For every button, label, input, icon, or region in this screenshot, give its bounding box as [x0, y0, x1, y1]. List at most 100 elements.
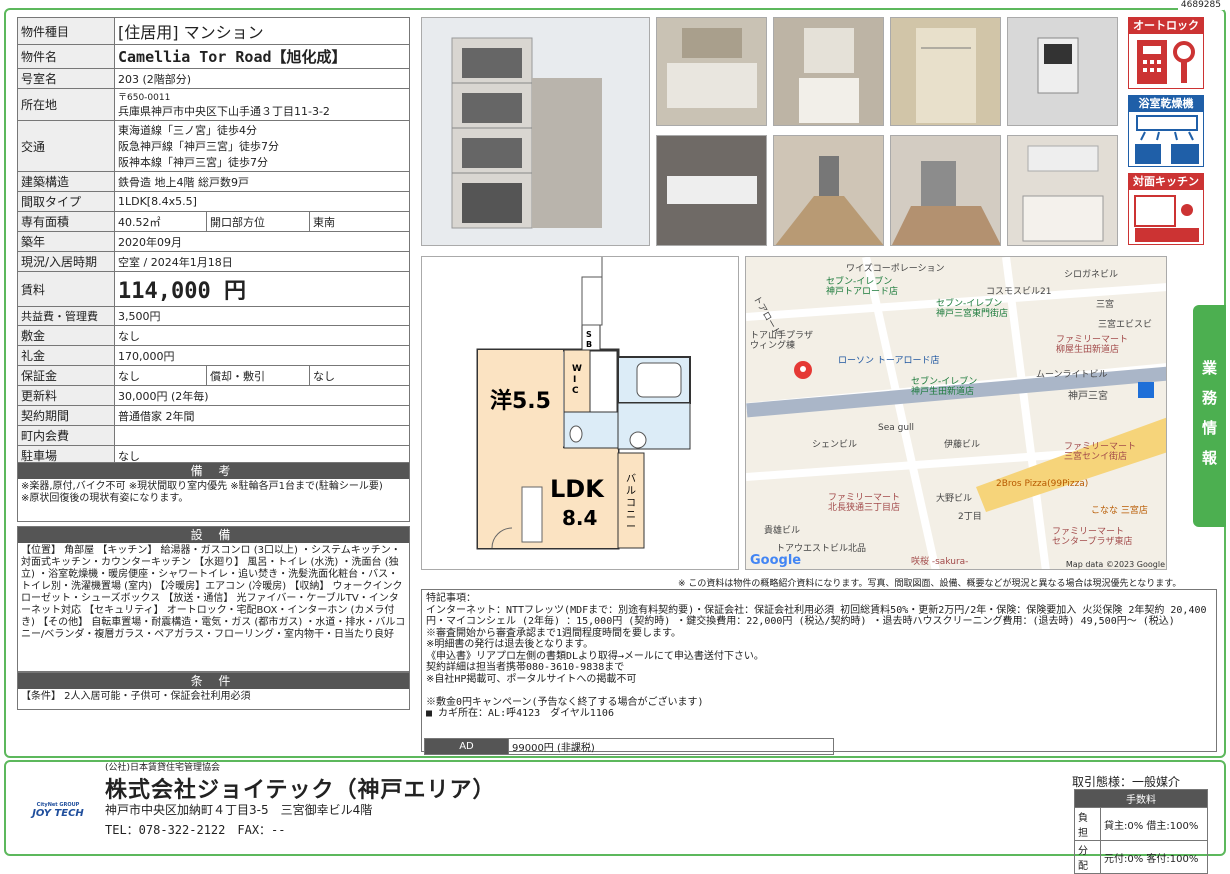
hallway-photo[interactable]	[773, 135, 884, 246]
map-label: 神戸三宮	[1068, 391, 1108, 402]
side-tab-business-info[interactable]: 業 務 情 報	[1193, 305, 1226, 527]
spec-key: 賃料	[17, 271, 115, 307]
spec-value: 普通借家 2年間	[114, 405, 410, 426]
room-label-balcony: バルコニー	[626, 473, 636, 533]
map-label: セブン-イレブン 神戸三宮東門街店	[936, 299, 1009, 319]
badge-autolock: オートロック	[1128, 17, 1204, 89]
map-label: トア山手プラザ ウィング棟	[750, 331, 814, 351]
bathroom-dryer-icon	[1135, 115, 1199, 164]
kitchen-icon	[1134, 195, 1199, 242]
company-address: 神戸市中央区加納町４丁目3-5 三宮御幸ビル4階	[105, 803, 373, 817]
badge-counter-kitchen: 対面キッチン	[1128, 173, 1204, 245]
bathroom-photo[interactable]	[656, 17, 767, 126]
spec-value: なし	[114, 325, 410, 346]
location-map[interactable]: ワイズコーポレーション シロガネビル コスモスビル21 セブン-イレブン 神戸ト…	[745, 256, 1167, 570]
special-notes: 特記事項： インターネット：NTTフレッツ(MDFまで：別途有料契約要)・保証会…	[421, 589, 1217, 752]
remarks-header: 備 考	[18, 463, 409, 479]
map-label: 2Bros Pizza(99Pizza)	[996, 479, 1089, 489]
kitchen-photo[interactable]	[1007, 135, 1118, 246]
address: 兵庫県神戸市中央区下山手通３丁目11-3-2	[118, 105, 330, 118]
spec-key: 間取タイプ	[17, 191, 115, 212]
spec-key: 交通	[17, 120, 115, 172]
ad-value: 99000円 (非課税)	[508, 738, 834, 755]
living-room-photo[interactable]	[890, 135, 1001, 246]
remarks-text: ※楽器,原付,バイク不可 ※現状間取り室内優先 ※駐輪各戸1台まで(駐輪シール要…	[21, 481, 383, 504]
company-phone: TEL：078-322-2122 FAX：--	[105, 823, 286, 837]
spec-value: 東南	[309, 211, 410, 232]
map-label: ファミリーマート 柳屋生田新道店	[1056, 335, 1129, 355]
badge-label: 対面キッチン	[1129, 174, 1203, 190]
map-label: コスモスビル21	[986, 287, 1052, 297]
property-name: Camellia Tor Road【旭化成】	[114, 44, 410, 69]
conditions-section: 条 件 【条件】 2人入居可能・子供可・保証会社利用必須	[17, 672, 410, 710]
floor-plan[interactable]: 洋5.5 LDK 8.4 WIC SB バルコニー	[421, 256, 739, 570]
fee-value: 元付:0% 客付:100%	[1100, 840, 1208, 874]
map-label: 2丁目	[958, 512, 982, 522]
spec-key: 所在地	[17, 88, 115, 121]
map-label: ローソン トーアロード店	[838, 356, 940, 366]
access-line: 阪急神戸線「神戸三宮」徒歩7分	[118, 140, 279, 153]
spec-value: 170,000円	[114, 345, 410, 366]
building-exterior-photo[interactable]	[421, 17, 650, 246]
map-label: 咲桜 -sakura-	[911, 557, 969, 567]
spec-value: 30,000円 (2年毎)	[114, 385, 410, 406]
ad-label: AD	[424, 738, 509, 755]
spec-key: 専有面積	[17, 211, 115, 232]
equipment-text: 【位置】 角部屋 【キッチン】 給湯器・ガスコンロ (3口以上) ・システムキッ…	[21, 545, 406, 640]
spec-value: 2020年09月	[114, 231, 410, 252]
spec-key: 開口部方位	[206, 211, 310, 232]
spec-key: 礼金	[17, 345, 115, 366]
intercom-photo[interactable]	[1007, 17, 1118, 126]
spec-key: 保証金	[17, 365, 115, 386]
badge-label: 浴室乾燥機	[1129, 96, 1203, 112]
conditions-header: 条 件	[18, 673, 409, 689]
spec-key: 物件種目	[17, 17, 115, 45]
map-label: セブン-イレブン 神戸トアロード店	[826, 277, 899, 297]
document-id: 4689285	[1177, 0, 1224, 10]
rent-price: 114,000 円	[114, 271, 410, 307]
map-label: ファミリーマート センタープラザ東店	[1052, 527, 1133, 547]
fee-table: 手数料 負担 貸主:0% 借主:100% 分配 元付:0% 客付:100%	[1074, 789, 1208, 874]
spec-value: なし	[309, 365, 410, 386]
postal-code: 〒650-0011	[118, 93, 171, 103]
spec-key: 築年	[17, 231, 115, 252]
map-label: ファミリーマート 三宮センイ街店	[1064, 442, 1137, 462]
company-logo: CityNet GROUP JOY TECH	[22, 802, 94, 826]
spec-key: 敷金	[17, 325, 115, 346]
closet-photo[interactable]	[890, 17, 1001, 126]
washroom-photo[interactable]	[773, 17, 884, 126]
spec-key: 町内会費	[17, 425, 115, 446]
badge-label: オートロック	[1129, 18, 1203, 34]
spec-value	[114, 425, 410, 446]
map-label: シェンビル	[812, 440, 858, 450]
map-label: 三宮エビスビ	[1098, 320, 1153, 330]
side-tab-label: 業 務 情 報	[1201, 359, 1217, 467]
map-attribution: Map data ©2023 Google	[1065, 560, 1165, 569]
spec-key: 物件名	[17, 44, 115, 69]
aircon-photo[interactable]	[656, 135, 767, 246]
spec-key: 契約期間	[17, 405, 115, 426]
room-label-ldk: LDK	[550, 475, 605, 503]
spec-key: 共益費・管理費	[17, 306, 115, 326]
room-size-ldk: 8.4	[562, 506, 597, 530]
spec-value: 空室 / 2024年1月18日	[114, 251, 410, 272]
google-logo: Google	[750, 553, 802, 568]
spec-key: 建築構造	[17, 171, 115, 192]
spec-value: [住居用] マンション	[114, 17, 410, 45]
equipment-header: 設 備	[18, 527, 409, 543]
fee-value: 貸主:0% 借主:100%	[1100, 807, 1208, 841]
fee-key: 分配	[1074, 840, 1101, 874]
spec-value: なし	[114, 365, 207, 386]
ad-table: AD 99000円 (非課税)	[424, 738, 834, 755]
conditions-text: 【条件】 2人入居可能・子供可・保証会社利用必須	[21, 691, 251, 702]
map-label: ムーンライトビル	[1036, 370, 1108, 380]
equipment-section: 設 備 【位置】 角部屋 【キッチン】 給湯器・ガスコンロ (3口以上) ・シス…	[17, 526, 410, 672]
remarks-section: 備 考 ※楽器,原付,バイク不可 ※現状間取り室内優先 ※駐輪各戸1台まで(駐輪…	[17, 462, 410, 522]
map-label: 三宮	[1096, 300, 1115, 310]
logo-text: JOY TECH	[32, 808, 84, 819]
map-label: 伊藤ビル	[944, 440, 981, 450]
spec-value: 鉄骨造 地上4階 総戸数9戸	[114, 171, 410, 192]
spec-value: 40.52㎡	[114, 211, 207, 232]
access-line: 東海道線「三ノ宮」徒歩4分	[118, 124, 257, 137]
spec-key: 更新料	[17, 385, 115, 406]
